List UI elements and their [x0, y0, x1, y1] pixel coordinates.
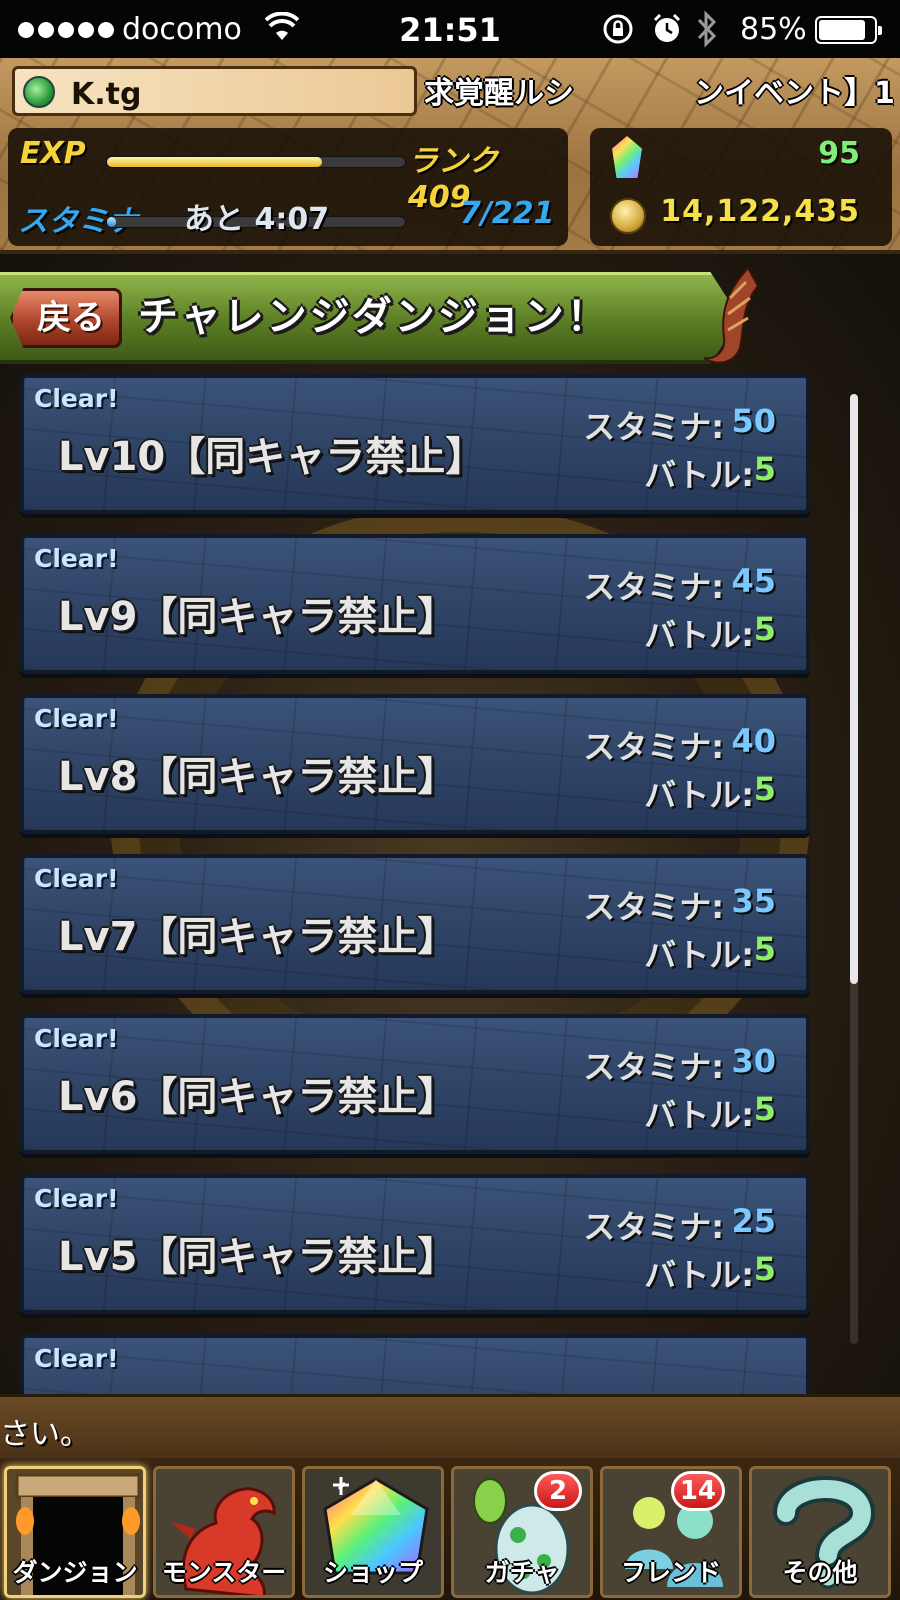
stamina-cost: 30 — [731, 1042, 776, 1080]
dungeon-row[interactable]: Clear! Lv8【同キャラ禁止】 スタミナ: 40 バトル: 5 — [20, 694, 810, 834]
exp-label: EXP — [20, 136, 86, 171]
bottom-nav: ダンジョン モンスター ショップ 2 ガチャ 14 フレンド その他 — [0, 1458, 900, 1600]
nav-other[interactable]: その他 — [749, 1466, 891, 1598]
alarm-icon — [653, 13, 681, 42]
nav-friend[interactable]: 14 フレンド — [600, 1466, 742, 1598]
player-name-plate[interactable]: K.tg — [12, 66, 417, 116]
battle-count: 5 — [753, 930, 776, 968]
dragon-wing-icon — [703, 268, 760, 364]
nav-label: ガチャ — [484, 1558, 560, 1587]
nav-label: ショップ — [322, 1558, 423, 1587]
stamina-cost: 50 — [731, 402, 776, 440]
stats-panel: EXP ランク 409 スタミナ あと 4:07 7/221 — [8, 128, 568, 246]
dungeon-name: Lv8【同キャラ禁止】 — [58, 754, 458, 800]
dungeon-row[interactable]: Clear! Lv6【同キャラ禁止】 スタミナ: 30 バトル: 5 — [20, 1014, 810, 1154]
message-text: さい。 — [0, 1417, 90, 1452]
clear-label: Clear! — [34, 864, 119, 893]
stamina-cost-label: スタミナ: — [583, 728, 724, 766]
gacha-notification-badge: 2 — [534, 1471, 582, 1511]
exp-bar — [106, 156, 406, 168]
event-ticker: 求覚醒ルシ ンイベント】1/11(月)24時まで — [424, 76, 894, 111]
dungeon-name: Lv10【同キャラ禁止】 — [58, 434, 486, 480]
clear-label: Clear! — [34, 704, 119, 733]
currency-panel: 95 14,122,435 — [590, 128, 892, 246]
dungeon-name: Lv6【同キャラ禁止】 — [58, 1074, 458, 1120]
dungeon-row[interactable]: Clear! — [20, 1334, 810, 1394]
nav-label: その他 — [782, 1558, 858, 1587]
rotation-lock-icon — [603, 14, 633, 44]
coin-count: 14,122,435 — [660, 194, 860, 229]
battle-count-label: バトル: — [644, 616, 754, 654]
friend-orb-icon — [23, 76, 55, 108]
stamina-cost: 25 — [731, 1202, 776, 1240]
nav-gacha[interactable]: 2 ガチャ — [451, 1466, 593, 1598]
battle-count-label: バトル: — [644, 456, 754, 494]
player-name: K.tg — [71, 77, 142, 112]
stamina-cost: 35 — [731, 882, 776, 920]
nav-label: ダンジョン — [12, 1558, 138, 1587]
dungeon-name: Lv5【同キャラ禁止】 — [58, 1234, 458, 1280]
battle-count: 5 — [753, 1250, 776, 1288]
bluetooth-icon — [697, 10, 717, 48]
clear-label: Clear! — [34, 544, 119, 573]
dungeon-name: Lv9【同キャラ禁止】 — [58, 594, 458, 640]
stamina-timer: あと 4:07 — [184, 202, 330, 237]
dungeon-row[interactable]: Clear! Lv7【同キャラ禁止】 スタミナ: 35 バトル: 5 — [20, 854, 810, 994]
stamina-cost-label: スタミナ: — [583, 888, 724, 926]
battle-count: 5 — [753, 1090, 776, 1128]
dungeon-stage: 戻る チャレンジダンジョン！ Clear! Lv10【同キャラ禁止】 スタミナ:… — [0, 254, 900, 1394]
back-button[interactable]: 戻る — [10, 288, 122, 348]
dungeon-row[interactable]: Clear! Lv10【同キャラ禁止】 スタミナ: 50 バトル: 5 — [20, 374, 810, 514]
page-title: チャレンジダンジョン！ — [138, 294, 610, 340]
nav-label: モンスター — [161, 1558, 287, 1587]
list-scrollbar[interactable] — [850, 394, 858, 1344]
stamina-cost-label: スタミナ: — [583, 408, 724, 446]
battle-count: 5 — [753, 770, 776, 808]
stamina-cost-label: スタミナ: — [583, 1208, 724, 1246]
nav-monster[interactable]: モンスター — [153, 1466, 295, 1598]
friend-notification-badge: 14 — [670, 1471, 725, 1511]
clear-label: Clear! — [34, 1184, 119, 1213]
battle-count-label: バトル: — [644, 1096, 754, 1134]
stamina-cost-label: スタミナ: — [583, 568, 724, 606]
battle-count-label: バトル: — [644, 776, 754, 814]
clear-label: Clear! — [34, 1344, 119, 1373]
nav-shop[interactable]: ショップ — [302, 1466, 444, 1598]
stamina-cost: 40 — [731, 722, 776, 760]
nav-dungeon[interactable]: ダンジョン — [4, 1466, 146, 1598]
battle-count: 5 — [753, 450, 776, 488]
stamina-cost-label: スタミナ: — [583, 1048, 724, 1086]
stamina-cost: 45 — [731, 562, 776, 600]
stamina-value: 7/221 — [460, 196, 555, 231]
dungeon-name: Lv7【同キャラ禁止】 — [58, 914, 458, 960]
battery-icon — [815, 16, 882, 44]
clear-label: Clear! — [34, 1024, 119, 1053]
dungeon-row[interactable]: Clear! Lv9【同キャラ禁止】 スタミナ: 45 バトル: 5 — [20, 534, 810, 674]
status-bar: docomo 21:51 85% — [0, 0, 900, 58]
dungeon-list: Clear! Lv10【同キャラ禁止】 スタミナ: 50 バトル: 5 Clea… — [0, 374, 900, 1394]
magic-stone-icon — [612, 136, 642, 178]
magic-stone-count: 95 — [818, 136, 860, 171]
battle-count: 5 — [753, 610, 776, 648]
nav-label: フレンド — [620, 1558, 721, 1587]
message-strip: さい。 — [0, 1394, 900, 1458]
battle-count-label: バトル: — [644, 1256, 754, 1294]
battle-count-label: バトル: — [644, 936, 754, 974]
player-header: K.tg 求覚醒ルシ ンイベント】1/11(月)24時まで EXP ランク 40… — [0, 58, 900, 254]
clear-label: Clear! — [34, 384, 119, 413]
coin-icon — [610, 198, 646, 234]
scrollbar-thumb[interactable] — [850, 394, 858, 984]
battery-percentage: 85% — [740, 12, 807, 47]
dungeon-row[interactable]: Clear! Lv5【同キャラ禁止】 スタミナ: 25 バトル: 5 — [20, 1174, 810, 1314]
